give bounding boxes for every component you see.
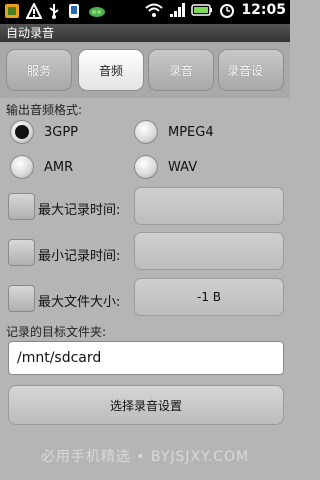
radio-button[interactable] — [134, 120, 158, 144]
select-record-settings-button[interactable]: 选择录音设置 — [8, 385, 284, 425]
max-time-label: 最大记录时间: — [38, 203, 121, 218]
notification-app-icon — [4, 3, 20, 19]
warning-icon — [26, 3, 42, 19]
watermark-text: 必用手机精选 • BYJSJXY.COM — [40, 449, 250, 465]
max-size-label: 最大文件大小: — [38, 295, 121, 310]
radio-label: MPEG4 — [168, 124, 214, 140]
max-size-field[interactable]: -1 B — [134, 278, 284, 316]
max-size-checkbox[interactable] — [8, 285, 35, 312]
wifi-icon — [145, 2, 164, 18]
max-time-field[interactable] — [134, 187, 284, 225]
radio-mpeg4[interactable]: MPEG4 — [134, 120, 214, 144]
alarm-icon — [219, 2, 235, 18]
tab-audio[interactable]: 音频 — [78, 49, 144, 91]
max-time-checkbox[interactable] — [8, 193, 35, 220]
min-time-checkbox[interactable] — [8, 239, 35, 266]
pea-icon — [88, 3, 106, 19]
min-time-field[interactable] — [134, 232, 284, 270]
tab-record[interactable]: 录音 — [148, 49, 214, 91]
radio-selected-dot — [15, 125, 29, 139]
usb-icon — [48, 3, 60, 19]
min-time-label: 最小记录时间: — [38, 249, 121, 264]
status-bar-right-icons: 12:05 — [145, 2, 286, 18]
status-time: 12:05 — [241, 2, 286, 18]
target-folder-label: 记录的目标文件夹: — [6, 325, 107, 339]
signal-icon — [169, 2, 186, 18]
radio-label: WAV — [168, 159, 198, 175]
tab-service[interactable]: 服务 — [6, 49, 72, 91]
app-title: 自动录音 — [0, 24, 290, 42]
radio-label: 3GPP — [44, 124, 79, 140]
radio-button[interactable] — [10, 120, 34, 144]
target-folder-input[interactable]: /mnt/sdcard — [8, 341, 284, 375]
radio-amr[interactable]: AMR — [10, 155, 73, 179]
radio-button[interactable] — [134, 155, 158, 179]
radio-wav[interactable]: WAV — [134, 155, 197, 179]
audio-format-heading: 输出音频格式: — [6, 103, 83, 117]
battery-icon — [191, 3, 213, 17]
radio-3gpp[interactable]: 3GPP — [10, 120, 78, 144]
radio-button[interactable] — [10, 155, 34, 179]
tab-bar: 服务 音频 录音 录音设 — [0, 42, 290, 98]
phone-icon — [66, 3, 82, 19]
status-bar-left-icons — [4, 3, 106, 19]
tab-record-settings[interactable]: 录音设 — [218, 49, 284, 91]
status-bar: 12:05 — [0, 0, 290, 24]
radio-label: AMR — [44, 159, 74, 175]
